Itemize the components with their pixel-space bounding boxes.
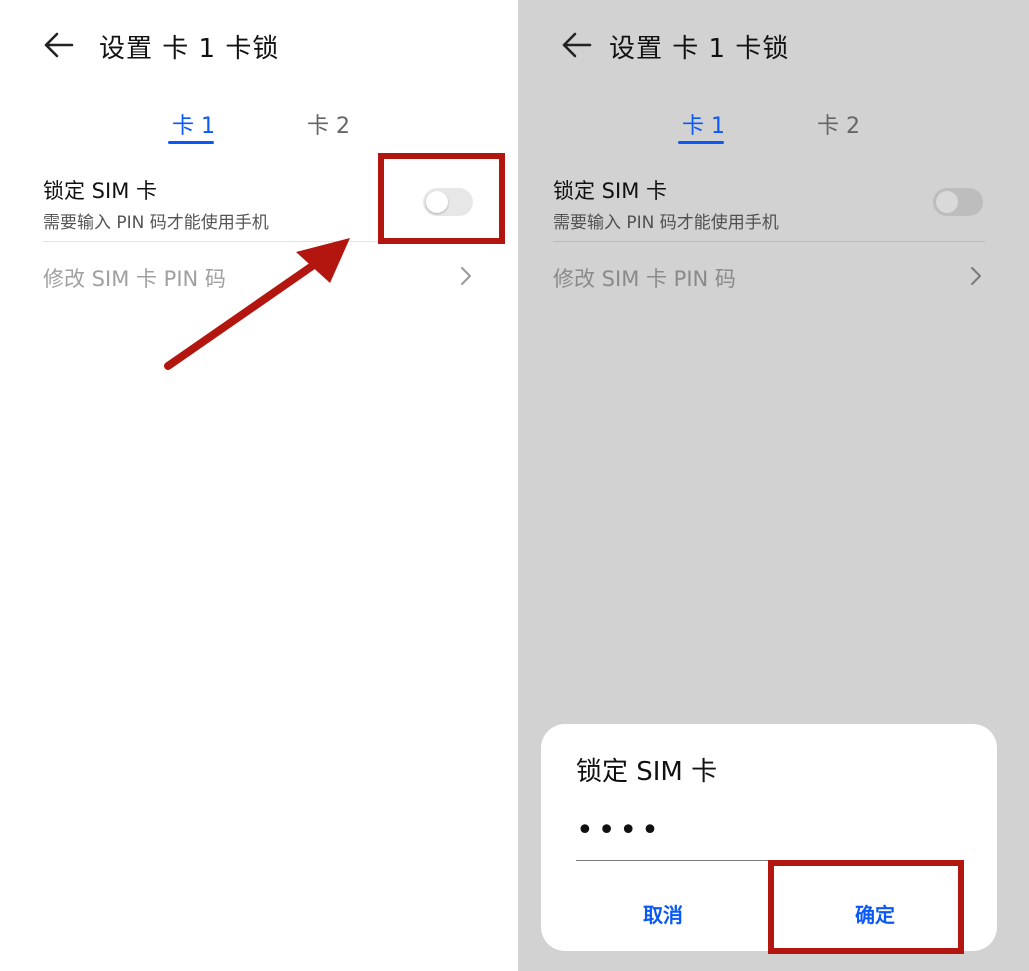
pointer-arrow-icon <box>164 238 350 370</box>
tab-card-2[interactable]: 卡 2 <box>817 108 860 140</box>
active-tab-indicator <box>678 141 724 144</box>
chevron-right-icon <box>971 267 981 285</box>
row-divider <box>553 241 985 242</box>
confirm-highlight-box <box>768 860 964 954</box>
toggle-knob <box>936 191 958 213</box>
screen-before: 设置 卡 1 卡锁 卡 1 卡 2 锁定 SIM 卡 需要输入 PIN 码才能使… <box>0 0 518 971</box>
dialog-title: 锁定 SIM 卡 <box>576 757 718 787</box>
pin-input[interactable]: •••• <box>576 816 663 846</box>
change-pin-item[interactable]: 修改 SIM 卡 PIN 码 <box>553 263 736 293</box>
page-title: 设置 卡 1 卡锁 <box>609 34 790 64</box>
tab-card-1[interactable]: 卡 1 <box>682 108 725 140</box>
lock-sim-subtitle: 需要输入 PIN 码才能使用手机 <box>553 213 779 233</box>
cancel-button[interactable]: 取消 <box>563 899 763 928</box>
lock-sim-title: 锁定 SIM 卡 <box>553 179 667 203</box>
back-arrow-icon[interactable] <box>560 30 594 60</box>
screen-after: 设置 卡 1 卡锁 卡 1 卡 2 锁定 SIM 卡 需要输入 PIN 码才能使… <box>518 0 1029 971</box>
lock-sim-toggle[interactable] <box>933 188 983 216</box>
